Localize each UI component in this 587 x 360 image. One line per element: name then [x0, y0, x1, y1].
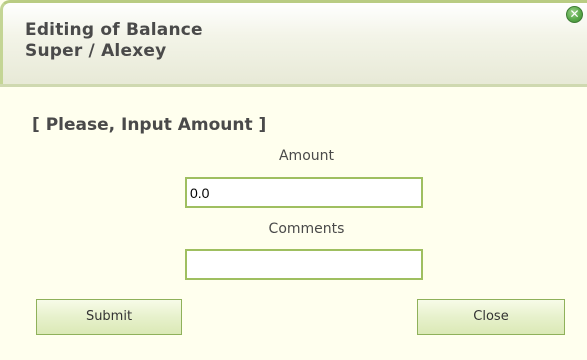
comments-input[interactable]	[185, 249, 423, 280]
submit-button[interactable]: Submit	[36, 299, 182, 335]
close-button[interactable]: Close	[417, 299, 565, 335]
balance-dialog: Editing of Balance Super / Alexey ✕ [ Pl…	[0, 0, 587, 360]
close-icon[interactable]: ✕	[566, 6, 583, 23]
amount-label: Amount	[278, 148, 334, 164]
dialog-title: Editing of Balance	[25, 20, 203, 40]
comments-label: Comments	[268, 221, 345, 237]
dialog-titlebar: Editing of Balance Super / Alexey ✕	[0, 0, 587, 87]
dialog-subtitle: Super / Alexey	[25, 41, 167, 61]
amount-input[interactable]	[185, 177, 423, 208]
instruction-text: [ Please, Input Amount ]	[32, 115, 267, 135]
